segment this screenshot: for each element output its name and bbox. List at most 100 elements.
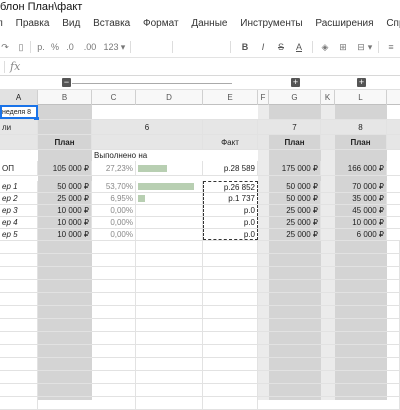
table-cell[interactable]: 25 000 ₽: [269, 217, 321, 228]
borders-icon[interactable]: ⊞: [336, 40, 350, 54]
table-cell[interactable]: [136, 280, 203, 292]
table-cell[interactable]: [0, 135, 38, 149]
progress-cell[interactable]: [136, 205, 203, 216]
completed-label[interactable]: Выполнено на: [92, 150, 203, 161]
table-cell[interactable]: 166 000 ₽: [335, 161, 387, 175]
table-cell[interactable]: [387, 267, 400, 279]
paint-format-icon[interactable]: ▯: [14, 40, 28, 54]
table-cell[interactable]: [387, 319, 400, 331]
italic-button[interactable]: I: [256, 40, 270, 54]
table-cell[interactable]: [203, 293, 258, 305]
empty-row[interactable]: [0, 254, 400, 267]
table-cell[interactable]: 50 000 ₽: [38, 181, 92, 192]
table-cell[interactable]: [203, 306, 258, 318]
table-cell[interactable]: [203, 358, 258, 370]
table-cell[interactable]: [92, 397, 136, 409]
percent-format-button[interactable]: %: [48, 40, 62, 54]
currency-format-button[interactable]: р.: [34, 40, 48, 54]
table-cell[interactable]: 50 000 ₽: [269, 181, 321, 192]
column-header-c[interactable]: C: [92, 90, 136, 105]
progress-cell[interactable]: [136, 217, 203, 228]
table-cell[interactable]: [92, 358, 136, 370]
week-label-cell[interactable]: неделя 8: [0, 105, 38, 119]
week-8-header[interactable]: 8: [335, 120, 387, 134]
column-header-e[interactable]: E: [203, 90, 258, 105]
menu-view[interactable]: Вид: [62, 18, 80, 29]
table-cell[interactable]: 10 000 ₽: [38, 217, 92, 228]
table-cell[interactable]: [136, 384, 203, 396]
table-cell[interactable]: [203, 241, 258, 253]
chevron-down-icon[interactable]: ▾: [366, 40, 374, 54]
menu-help[interactable]: Справка: [386, 18, 400, 29]
empty-row[interactable]: [0, 345, 400, 358]
week-6-header[interactable]: 6: [92, 120, 203, 134]
menu-tools[interactable]: Инструменты: [240, 18, 302, 29]
table-cell[interactable]: 10 000 ₽: [38, 229, 92, 240]
table-cell[interactable]: [203, 384, 258, 396]
table-cell[interactable]: 27,23%: [92, 161, 136, 175]
table-cell[interactable]: [387, 280, 400, 292]
document-title[interactable]: блон План\факт: [0, 0, 400, 14]
table-cell[interactable]: [387, 306, 400, 318]
table-cell[interactable]: [203, 319, 258, 331]
table-cell[interactable]: р.26 852: [203, 181, 258, 192]
plan-header-l[interactable]: План: [335, 135, 387, 149]
table-cell[interactable]: р.0: [203, 217, 258, 228]
table-cell[interactable]: ли: [0, 120, 38, 134]
table-cell[interactable]: [203, 280, 258, 292]
week-7-header[interactable]: 7: [269, 120, 321, 134]
table-cell[interactable]: [203, 254, 258, 266]
progress-cell[interactable]: [136, 193, 203, 204]
column-header-f[interactable]: F: [258, 90, 269, 105]
manager-name-cell[interactable]: ер 1: [0, 181, 38, 192]
table-cell[interactable]: [387, 254, 400, 266]
table-cell[interactable]: 70 000 ₽: [335, 181, 387, 192]
table-cell[interactable]: [0, 319, 38, 331]
empty-row[interactable]: [0, 319, 400, 332]
table-cell[interactable]: 25 000 ₽: [269, 205, 321, 216]
fill-color-icon[interactable]: ◈: [318, 40, 332, 54]
empty-row[interactable]: [0, 332, 400, 345]
table-cell[interactable]: 0,00%: [92, 229, 136, 240]
table-cell[interactable]: 6 000 ₽: [335, 229, 387, 240]
menu-data[interactable]: Данные: [191, 18, 227, 29]
table-cell[interactable]: [92, 371, 136, 383]
menu-format[interactable]: Формат: [143, 18, 179, 29]
empty-row[interactable]: [0, 280, 400, 293]
table-cell[interactable]: [92, 254, 136, 266]
font-size-dropdown[interactable]: [186, 40, 196, 54]
fact-header-e[interactable]: Факт: [203, 135, 258, 149]
table-cell[interactable]: [0, 267, 38, 279]
table-cell[interactable]: [92, 293, 136, 305]
manager-name-cell[interactable]: ер 2: [0, 193, 38, 204]
table-cell[interactable]: 105 000 ₽: [38, 161, 92, 175]
table-cell[interactable]: [136, 319, 203, 331]
column-header-k[interactable]: K: [321, 90, 335, 105]
progress-cell[interactable]: [136, 229, 203, 240]
table-cell[interactable]: [203, 332, 258, 344]
table-cell[interactable]: ОП: [0, 161, 38, 175]
table-cell[interactable]: [0, 306, 38, 318]
redo-icon[interactable]: ↷: [0, 40, 12, 54]
table-cell[interactable]: [0, 254, 38, 266]
menu-insert[interactable]: Вставка: [93, 18, 130, 29]
plan-header-g[interactable]: План: [269, 135, 321, 149]
table-cell[interactable]: 10 000 ₽: [335, 217, 387, 228]
column-header-b[interactable]: B: [38, 90, 92, 105]
table-cell[interactable]: [203, 120, 258, 134]
table-cell[interactable]: [387, 293, 400, 305]
table-cell[interactable]: [203, 267, 258, 279]
decrease-decimals-button[interactable]: .0: [62, 40, 78, 54]
table-cell[interactable]: [387, 241, 400, 253]
column-header-g[interactable]: G: [269, 90, 321, 105]
table-cell[interactable]: 175 000 ₽: [269, 161, 321, 175]
table-cell[interactable]: [203, 371, 258, 383]
table-cell[interactable]: [136, 397, 203, 409]
table-cell[interactable]: [0, 358, 38, 370]
table-cell[interactable]: 25 000 ₽: [38, 193, 92, 204]
number-format-button[interactable]: 123: [102, 40, 120, 54]
table-cell[interactable]: [387, 332, 400, 344]
table-cell[interactable]: [136, 241, 203, 253]
table-cell[interactable]: [136, 293, 203, 305]
table-cell[interactable]: р.0: [203, 205, 258, 216]
